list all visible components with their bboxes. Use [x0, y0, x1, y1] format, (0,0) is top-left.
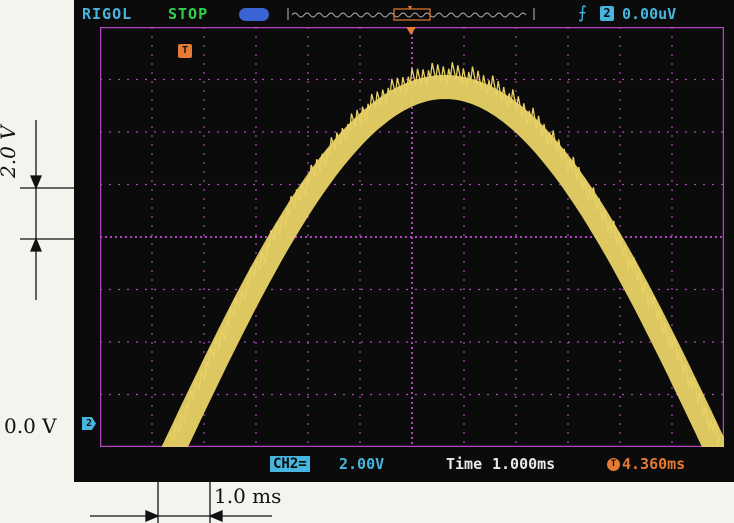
channel-pill-icon — [239, 8, 269, 21]
ch2-waveform-noise — [169, 62, 721, 446]
volts-arrow-down — [30, 175, 42, 190]
trigger-position-marker: T — [178, 44, 192, 58]
ch2-waveform-trace — [161, 75, 724, 447]
waveform-grid — [100, 27, 724, 447]
zero-level-label: 0.0 V — [4, 414, 57, 438]
time-per-div-label: 1.0 ms — [214, 484, 282, 508]
trigger-source-badge: 2 — [600, 6, 614, 21]
volts-arrow-up — [30, 237, 42, 252]
timebase-scale: 1.000ms — [492, 455, 556, 473]
time-arrow-left — [208, 510, 223, 522]
ch2-ground-marker: 2 — [82, 417, 96, 430]
status-bar: RIGOL STOP ⨍ 2 0.00uV — [74, 0, 734, 28]
time-arrow-right — [145, 510, 160, 522]
brand-label: RIGOL — [82, 5, 133, 23]
trigger-offset: 4.360ms — [622, 455, 686, 473]
trigger-level: 0.00uV — [622, 5, 677, 23]
channel2-badge[interactable]: CH2= — [270, 456, 310, 472]
trigger-point-marker — [406, 27, 416, 35]
trigger-offset-icon: T — [607, 458, 620, 471]
run-status[interactable]: STOP — [168, 5, 208, 23]
oscilloscope-screen: RIGOL STOP ⨍ 2 0.00uV T 2 CH2= 2.00V Tim… — [74, 0, 734, 482]
channel2-volts-scale: 2.00V — [339, 455, 385, 473]
trigger-edge-icon: ⨍ — [578, 3, 587, 23]
time-label: Time — [446, 455, 483, 473]
volts-per-div-label: 2.0 V — [0, 125, 20, 178]
memory-depth-icon — [287, 6, 535, 21]
readout-bar: CH2= 2.00V Time 1.000ms T 4.360ms — [74, 450, 734, 482]
